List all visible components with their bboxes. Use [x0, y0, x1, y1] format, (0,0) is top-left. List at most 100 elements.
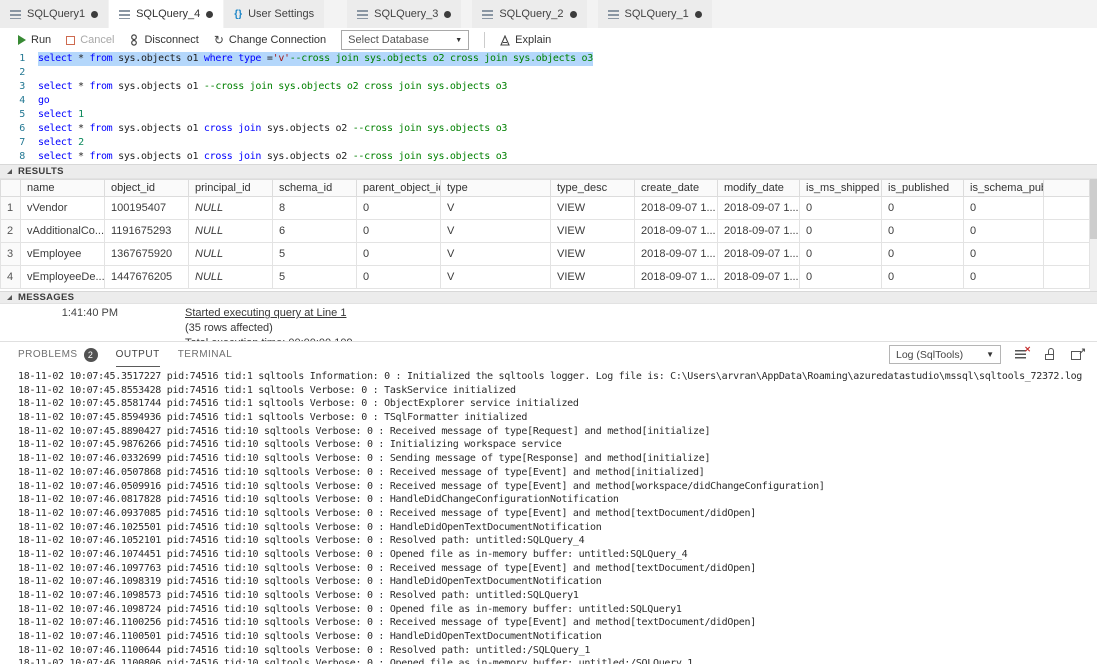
column-header[interactable]: parent_object_id — [357, 180, 441, 197]
sql-editor[interactable]: 1select * from sys.objects o1 where type… — [0, 52, 1097, 164]
editor-line[interactable]: 7select 2 — [0, 136, 1097, 150]
explain-button[interactable]: Explain — [500, 34, 551, 46]
row-number-cell[interactable]: 2 — [1, 220, 21, 243]
editor-tab-sqlquery-2[interactable]: SQLQuery_2 — [472, 0, 587, 28]
clear-output-button[interactable]: ✕ — [1015, 348, 1029, 361]
grid-cell[interactable]: VIEW — [551, 197, 635, 220]
scroll-lock-button[interactable] — [1043, 348, 1057, 361]
grid-cell[interactable]: 100195407 — [105, 197, 189, 220]
dirty-indicator-icon[interactable] — [91, 11, 98, 18]
grid-cell[interactable]: VIEW — [551, 266, 635, 289]
editor-tab-sqlquery-3[interactable]: SQLQuery_3 — [347, 0, 462, 28]
run-button[interactable]: Run — [18, 34, 51, 46]
column-header[interactable]: schema_id — [273, 180, 357, 197]
grid-cell[interactable]: 8 — [273, 197, 357, 220]
grid-cell[interactable]: 2018-09-07 1... — [635, 266, 718, 289]
grid-cell[interactable]: VIEW — [551, 243, 635, 266]
column-header[interactable]: is_schema_publi... — [964, 180, 1044, 197]
grid-cell[interactable]: V — [441, 266, 551, 289]
table-row[interactable]: 3vEmployee1367675920NULL50VVIEW2018-09-0… — [1, 243, 1090, 266]
grid-cell[interactable]: vVendor — [21, 197, 105, 220]
grid-cell[interactable]: 0 — [357, 243, 441, 266]
grid-cell[interactable]: 2018-09-07 1... — [635, 220, 718, 243]
grid-cell[interactable]: 5 — [273, 243, 357, 266]
grid-cell[interactable]: V — [441, 243, 551, 266]
grid-cell[interactable]: 0 — [357, 197, 441, 220]
grid-cell[interactable]: 0 — [882, 220, 964, 243]
grid-cell[interactable]: VIEW — [551, 220, 635, 243]
grid-cell[interactable]: 0 — [800, 220, 882, 243]
row-number-cell[interactable]: 3 — [1, 243, 21, 266]
editor-line[interactable]: 5select 1 — [0, 108, 1097, 122]
disconnect-button[interactable]: Disconnect — [129, 34, 198, 46]
grid-cell[interactable]: NULL — [189, 220, 273, 243]
table-row[interactable]: 2vAdditionalCo...1191675293NULL60VVIEW20… — [1, 220, 1090, 243]
grid-cell[interactable]: NULL — [189, 266, 273, 289]
change-connection-button[interactable]: ↻ Change Connection — [214, 34, 326, 46]
grid-cell[interactable]: 0 — [800, 243, 882, 266]
editor-tab-sqlquery-4[interactable]: SQLQuery_4 — [109, 0, 224, 28]
grid-cell[interactable]: 2018-09-07 1... — [718, 243, 800, 266]
grid-cell[interactable]: vEmployee — [21, 243, 105, 266]
editor-tab-user-settings[interactable]: {}User Settings — [224, 0, 325, 28]
grid-cell[interactable]: 2018-09-07 1... — [718, 266, 800, 289]
grid-cell[interactable]: 0 — [964, 197, 1044, 220]
editor-line[interactable]: 2 — [0, 66, 1097, 80]
grid-cell[interactable]: 0 — [800, 197, 882, 220]
grid-cell[interactable]: 2018-09-07 1... — [718, 220, 800, 243]
select-database-dropdown[interactable]: Select Database ▼ — [341, 30, 469, 50]
grid-cell[interactable]: V — [441, 220, 551, 243]
log-output[interactable]: 18-11-02 10:07:45.3517227 pid:74516 tid:… — [0, 367, 1097, 664]
grid-cell[interactable]: 1367675920 — [105, 243, 189, 266]
log-source-dropdown[interactable]: Log (SqlTools) ▼ — [889, 345, 1001, 364]
grid-cell[interactable]: V — [441, 197, 551, 220]
column-header[interactable]: object_id — [105, 180, 189, 197]
table-row[interactable]: 4vEmployeeDe...1447676205NULL50VVIEW2018… — [1, 266, 1090, 289]
grid-cell[interactable]: 2018-09-07 1... — [635, 243, 718, 266]
grid-cell[interactable]: NULL — [189, 243, 273, 266]
panel-tab-terminal[interactable]: TERMINAL — [178, 342, 233, 367]
column-header[interactable]: is_ms_shipped — [800, 180, 882, 197]
grid-cell[interactable]: 0 — [882, 266, 964, 289]
dirty-indicator-icon[interactable] — [570, 11, 577, 18]
editor-tab-sqlquery-1[interactable]: SQLQuery_1 — [598, 0, 713, 28]
messages-section-header[interactable]: MESSAGES — [0, 291, 1097, 304]
grid-cell[interactable]: 1191675293 — [105, 220, 189, 243]
editor-line[interactable]: 1select * from sys.objects o1 where type… — [0, 52, 1097, 66]
grid-cell[interactable]: 0 — [357, 266, 441, 289]
row-number-cell[interactable]: 1 — [1, 197, 21, 220]
editor-line[interactable]: 8select * from sys.objects o1 cross join… — [0, 150, 1097, 164]
grid-cell[interactable]: 0 — [882, 197, 964, 220]
grid-cell[interactable]: 0 — [964, 243, 1044, 266]
grid-cell[interactable]: 5 — [273, 266, 357, 289]
column-header[interactable]: modify_date — [718, 180, 800, 197]
column-header[interactable]: type_desc — [551, 180, 635, 197]
editor-line[interactable]: 6select * from sys.objects o1 cross join… — [0, 122, 1097, 136]
dirty-indicator-icon[interactable] — [444, 11, 451, 18]
message-link[interactable]: Started executing query at Line 1 — [185, 307, 346, 322]
grid-cell[interactable]: 0 — [357, 220, 441, 243]
column-header[interactable]: is_published — [882, 180, 964, 197]
grid-cell[interactable]: 2018-09-07 1... — [635, 197, 718, 220]
editor-line[interactable]: 4go — [0, 94, 1097, 108]
table-row[interactable]: 1vVendor100195407NULL80VVIEW2018-09-07 1… — [1, 197, 1090, 220]
results-section-header[interactable]: RESULTS — [0, 164, 1097, 179]
results-scrollbar[interactable] — [1090, 179, 1097, 291]
grid-cell[interactable]: 0 — [882, 243, 964, 266]
panel-tab-problems[interactable]: PROBLEMS2 — [18, 342, 98, 367]
grid-cell[interactable]: 0 — [964, 220, 1044, 243]
grid-cell[interactable]: vEmployeeDe... — [21, 266, 105, 289]
panel-tab-output[interactable]: OUTPUT — [116, 342, 160, 367]
grid-cell[interactable]: 2018-09-07 1... — [718, 197, 800, 220]
grid-cell[interactable]: NULL — [189, 197, 273, 220]
dirty-indicator-icon[interactable] — [695, 11, 702, 18]
grid-cell[interactable]: 0 — [964, 266, 1044, 289]
column-header[interactable]: name — [21, 180, 105, 197]
grid-cell[interactable]: vAdditionalCo... — [21, 220, 105, 243]
dirty-indicator-icon[interactable] — [206, 11, 213, 18]
results-scrollbar-thumb[interactable] — [1090, 179, 1097, 239]
row-number-cell[interactable]: 4 — [1, 266, 21, 289]
grid-cell[interactable]: 6 — [273, 220, 357, 243]
open-log-file-button[interactable]: ↗ — [1071, 348, 1085, 361]
editor-tab-sqlquery1[interactable]: SQLQuery1 — [0, 0, 109, 28]
